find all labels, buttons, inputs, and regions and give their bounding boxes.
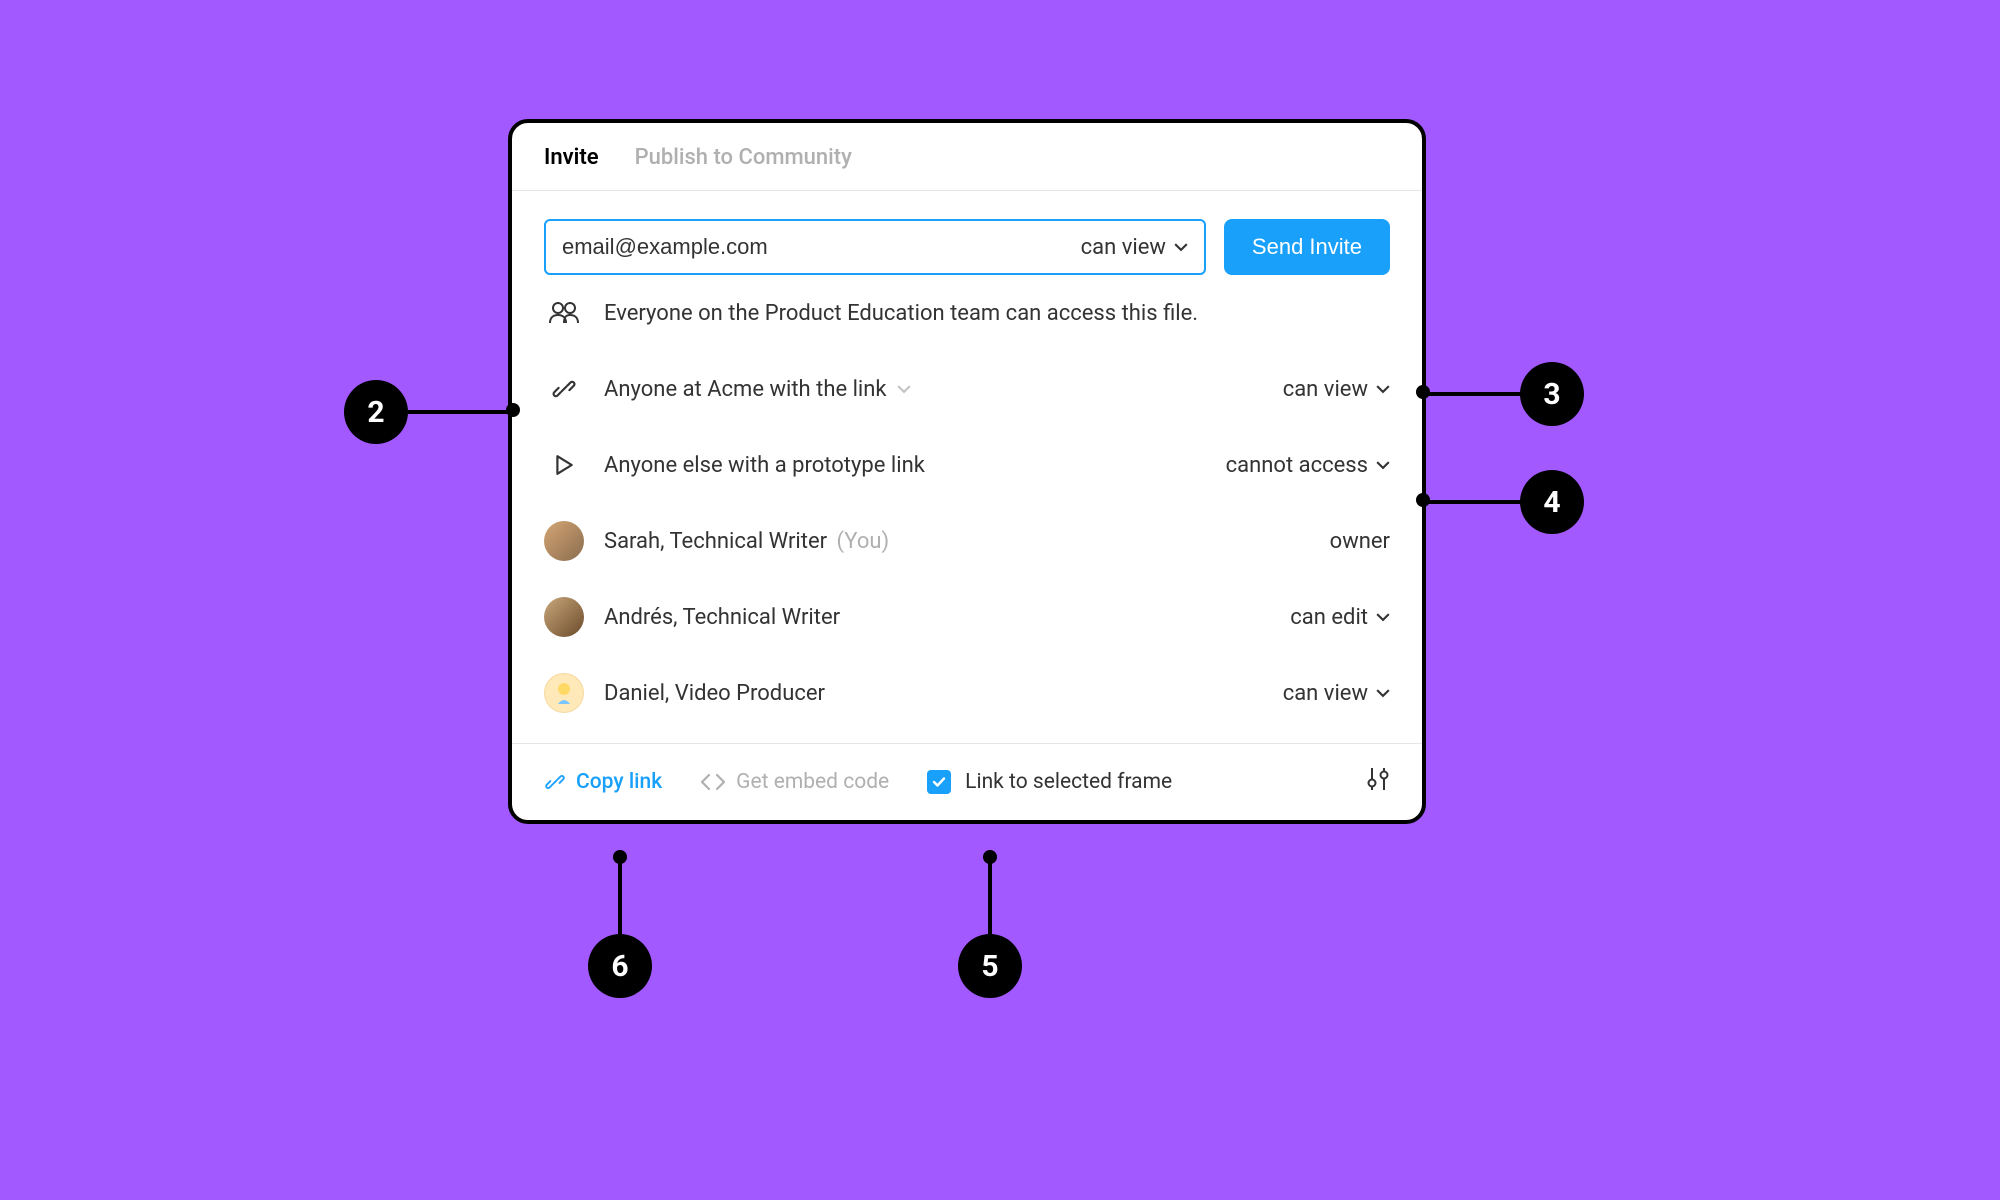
prototype-access-label: Anyone else with a prototype link	[604, 453, 925, 478]
prototype-permission: cannot access	[1226, 453, 1368, 478]
team-access-row: Everyone on the Product Education team c…	[544, 275, 1390, 351]
annotation-connector	[618, 856, 622, 936]
dialog-footer: Copy link Get embed code Link to selecte…	[512, 743, 1422, 820]
annotation-5: 5	[958, 934, 1022, 998]
member-row: Daniel, Video Producer can view	[544, 655, 1390, 731]
annotation-4: 4	[1520, 470, 1584, 534]
team-access-text: Everyone on the Product Education team c…	[604, 301, 1198, 326]
annotation-connector	[988, 856, 992, 936]
annotation-dot	[506, 403, 520, 417]
annotation-dot	[613, 850, 627, 864]
member-permission: owner	[1330, 529, 1390, 554]
annotation-connector	[408, 410, 512, 414]
annotation-2: 2	[344, 380, 408, 444]
member-permission: can edit	[1290, 605, 1368, 630]
invite-permission-label: can view	[1081, 235, 1166, 260]
invite-row: can view Send Invite	[544, 219, 1390, 275]
play-icon	[544, 445, 584, 485]
link-access-row: Anyone at Acme with the link can view	[544, 351, 1390, 427]
link-icon	[544, 771, 566, 793]
prototype-permission-dropdown[interactable]: cannot access	[1226, 453, 1390, 478]
people-icon	[544, 293, 584, 333]
copy-link-button[interactable]: Copy link	[544, 770, 662, 794]
share-dialog: Invite Publish to Community can view Sen…	[508, 119, 1426, 824]
tab-invite[interactable]: Invite	[544, 145, 599, 170]
link-to-frame-label: Link to selected frame	[965, 770, 1172, 794]
annotation-3: 3	[1520, 362, 1584, 426]
link-access-permission: can view	[1283, 377, 1368, 402]
annotation-6: 6	[588, 934, 652, 998]
get-embed-button[interactable]: Get embed code	[700, 770, 889, 794]
tab-bar: Invite Publish to Community	[512, 123, 1422, 191]
annotation-dot	[1416, 385, 1430, 399]
email-field[interactable]	[562, 234, 1081, 260]
chevron-down-icon	[1174, 240, 1188, 254]
check-icon	[931, 774, 947, 790]
member-permission: can view	[1283, 681, 1368, 706]
member-name: Sarah, Technical Writer	[604, 529, 827, 554]
share-settings-button[interactable]	[1366, 766, 1390, 798]
tab-publish-community[interactable]: Publish to Community	[635, 145, 852, 170]
avatar	[544, 597, 584, 637]
link-to-frame-option: Link to selected frame	[927, 770, 1172, 794]
link-access-dropdown[interactable]: Anyone at Acme with the link	[604, 377, 911, 402]
chevron-down-icon	[1376, 382, 1390, 396]
member-permission-dropdown[interactable]: can view	[1283, 681, 1390, 706]
member-permission-dropdown[interactable]: can edit	[1290, 605, 1390, 630]
dialog-content: can view Send Invite Everyone on the Pro…	[512, 191, 1422, 731]
chevron-down-icon	[1376, 610, 1390, 624]
chevron-down-icon	[1376, 686, 1390, 700]
link-icon	[544, 369, 584, 409]
copy-link-label: Copy link	[576, 770, 662, 794]
invite-permission-dropdown[interactable]: can view	[1081, 235, 1188, 260]
annotation-connector	[1422, 392, 1522, 396]
embed-label: Get embed code	[736, 770, 889, 794]
email-input-container: can view	[544, 219, 1206, 275]
annotation-dot	[1416, 493, 1430, 507]
prototype-access-row: Anyone else with a prototype link cannot…	[544, 427, 1390, 503]
member-permission-static: owner	[1330, 529, 1390, 554]
link-access-label: Anyone at Acme with the link	[604, 377, 887, 402]
you-tag: (You)	[837, 529, 890, 554]
annotation-dot	[983, 850, 997, 864]
member-row: Sarah, Technical Writer (You) owner	[544, 503, 1390, 579]
chevron-down-icon	[897, 382, 911, 396]
member-name: Daniel, Video Producer	[604, 681, 825, 706]
sliders-icon	[1366, 766, 1390, 792]
member-row: Andrés, Technical Writer can edit	[544, 579, 1390, 655]
code-icon	[700, 772, 726, 792]
annotation-connector	[1422, 500, 1522, 504]
link-to-frame-checkbox[interactable]	[927, 770, 951, 794]
member-name: Andrés, Technical Writer	[604, 605, 840, 630]
link-access-permission-dropdown[interactable]: can view	[1283, 377, 1390, 402]
avatar	[544, 673, 584, 713]
avatar	[544, 521, 584, 561]
send-invite-button[interactable]: Send Invite	[1224, 219, 1390, 275]
chevron-down-icon	[1376, 458, 1390, 472]
